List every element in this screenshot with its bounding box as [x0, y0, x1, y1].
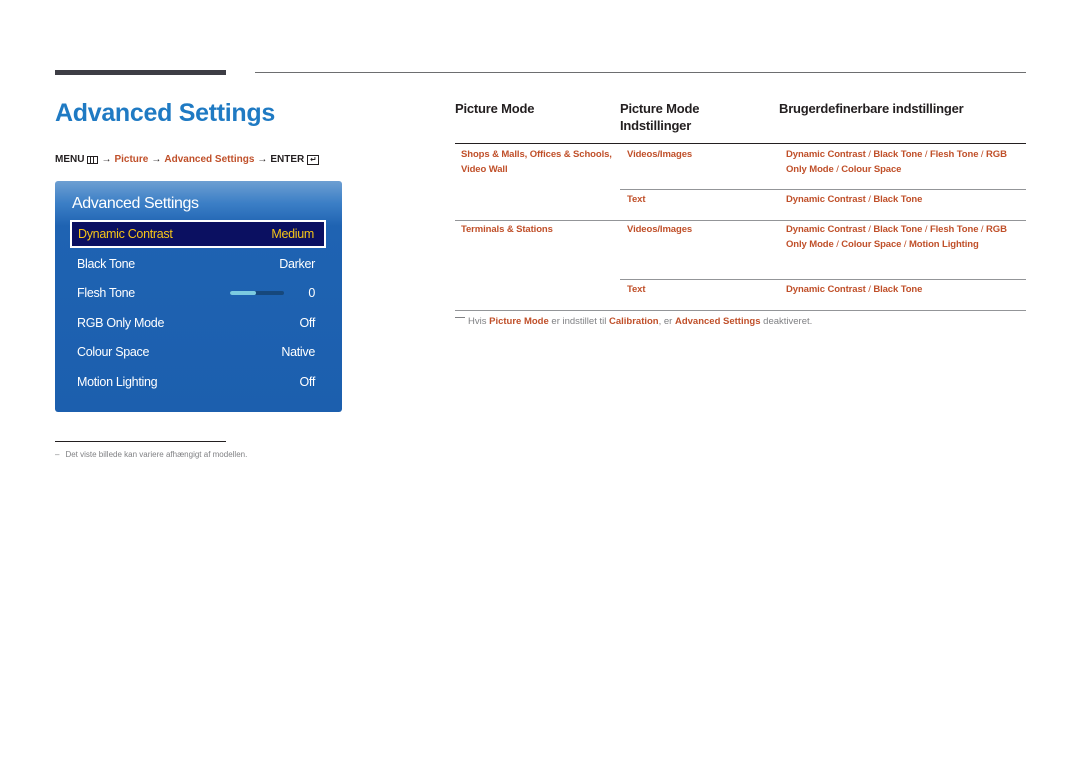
option-name: Colour Space [841, 163, 902, 175]
flesh-tone-slider[interactable]: 0 [230, 286, 315, 300]
osd-item-rgb-only-mode[interactable]: RGB Only Mode Off [71, 310, 325, 336]
arrow-icon: → [257, 154, 268, 165]
osd-item-dynamic-contrast[interactable]: Dynamic Contrast Medium [70, 220, 326, 248]
option-name: Dynamic Contrast [786, 224, 866, 235]
osd-item-label: Flesh Tone [77, 286, 135, 300]
table-cell-setting: Text [627, 284, 646, 295]
table-cell-setting: Videos/Images [627, 149, 693, 160]
table-cell-options: Dynamic Contrast / Black Tone [786, 193, 1016, 208]
osd-title: Advanced Settings [72, 195, 199, 212]
footnote-rule [55, 441, 226, 442]
option-name: Black Tone [873, 149, 923, 160]
breadcrumb-menu: MENU [55, 154, 85, 165]
enter-icon: ↵ [307, 154, 320, 165]
breadcrumb-enter: ENTER [270, 154, 305, 165]
osd-item-label: Colour Space [77, 345, 150, 359]
option-separator: / [922, 149, 930, 160]
table-header-picture-mode-settings: Picture Mode Indstillinger [620, 100, 699, 134]
option-separator: / [978, 224, 987, 235]
table-row-rule [455, 220, 1026, 221]
table-cell-mode: Terminals & Stations [461, 224, 553, 235]
footnote-dash: – [55, 450, 60, 459]
table-bottom-rule [455, 310, 1026, 311]
note: Hvis Picture Mode er indstillet til Cali… [455, 316, 812, 327]
osd-item-value: Darker [279, 257, 315, 271]
option-separator: / [978, 149, 987, 160]
note-text: deaktiveret. [763, 316, 813, 327]
mode-line: Video Wall [461, 163, 508, 175]
table-header-rule [455, 143, 1026, 144]
osd-item-value: Native [281, 345, 315, 359]
slider-track[interactable] [230, 291, 285, 295]
option-separator: / [901, 238, 909, 250]
note-text: er indstillet til [551, 316, 607, 327]
page-title: Advanced Settings [55, 99, 275, 127]
breadcrumb: MENU → Picture → Advanced Settings → ENT… [55, 154, 320, 165]
osd-item-motion-lighting[interactable]: Motion Lighting Off [71, 369, 325, 395]
option-name: Motion Lighting [908, 238, 979, 250]
table-cell-mode: Shops & Malls, Offices & Schools, Video … [461, 148, 612, 177]
table-cell-options: Dynamic Contrast / Black Tone / Flesh To… [786, 148, 1016, 177]
osd-item-value: 0 [308, 286, 315, 300]
table-header-custom-settings: Brugerdefinerbare indstillinger [779, 101, 964, 116]
table-row-rule [620, 279, 1026, 280]
option-name: Black Tone [873, 224, 923, 235]
breadcrumb-picture[interactable]: Picture [114, 154, 148, 165]
osd-item-colour-space[interactable]: Colour Space Native [71, 339, 325, 365]
table-header-picture-mode: Picture Mode [455, 101, 535, 116]
table-row-rule [620, 189, 1026, 190]
osd-item-label: Dynamic Contrast [78, 227, 173, 241]
table-cell-options: Dynamic Contrast / Black Tone / Flesh To… [786, 223, 1016, 252]
osd-item-label: RGB Only Mode [77, 316, 165, 330]
option-name: Flesh Tone [929, 224, 979, 235]
mode-line: Shops & Malls, Offices & Schools, [461, 149, 612, 160]
option-name: Flesh Tone [929, 149, 979, 160]
header-rule-thick [55, 70, 226, 75]
option-name: Black Tone [873, 194, 923, 205]
option-name: Dynamic Contrast [786, 284, 866, 295]
header-rule-thin [255, 72, 1026, 73]
slider-fill [230, 291, 257, 295]
table-cell-setting: Videos/Images [627, 224, 693, 235]
header-line: Picture Mode [620, 101, 700, 116]
note-dash-icon [455, 317, 465, 318]
menu-grid-icon [87, 155, 99, 164]
osd-item-flesh-tone[interactable]: Flesh Tone 0 [71, 280, 325, 306]
footnote: – Det viste billede kan variere afhængigt… [55, 450, 247, 459]
table-cell-options: Dynamic Contrast / Black Tone [786, 283, 1016, 298]
footnote-text: Det viste billede kan variere afhængigt … [65, 450, 248, 459]
note-highlight-picture-mode: Picture Mode [489, 316, 549, 327]
osd-item-black-tone[interactable]: Black Tone Darker [71, 251, 325, 277]
option-separator: / [922, 224, 930, 235]
note-highlight-calibration: Calibration [608, 316, 659, 327]
note-text: , er [658, 316, 673, 327]
option-name: Dynamic Contrast [786, 149, 866, 160]
option-name: Black Tone [873, 284, 923, 295]
osd-item-value: Off [299, 316, 315, 330]
note-text: Hvis [468, 316, 487, 327]
osd-menu-panel: Advanced Settings Dynamic Contrast Mediu… [55, 181, 342, 412]
osd-item-label: Black Tone [77, 257, 135, 271]
osd-item-value: Off [299, 375, 315, 389]
breadcrumb-advanced-settings[interactable]: Advanced Settings [164, 154, 254, 165]
osd-item-label: Motion Lighting [77, 375, 158, 389]
option-name: Dynamic Contrast [786, 194, 866, 205]
note-highlight-advanced-settings: Advanced Settings [674, 316, 761, 327]
table-cell-setting: Text [627, 194, 646, 205]
osd-item-value: Medium [271, 227, 314, 241]
arrow-icon: → [101, 154, 112, 165]
header-line: Indstillinger [620, 118, 692, 133]
arrow-icon: → [151, 154, 162, 165]
option-name: Colour Space [841, 238, 902, 250]
